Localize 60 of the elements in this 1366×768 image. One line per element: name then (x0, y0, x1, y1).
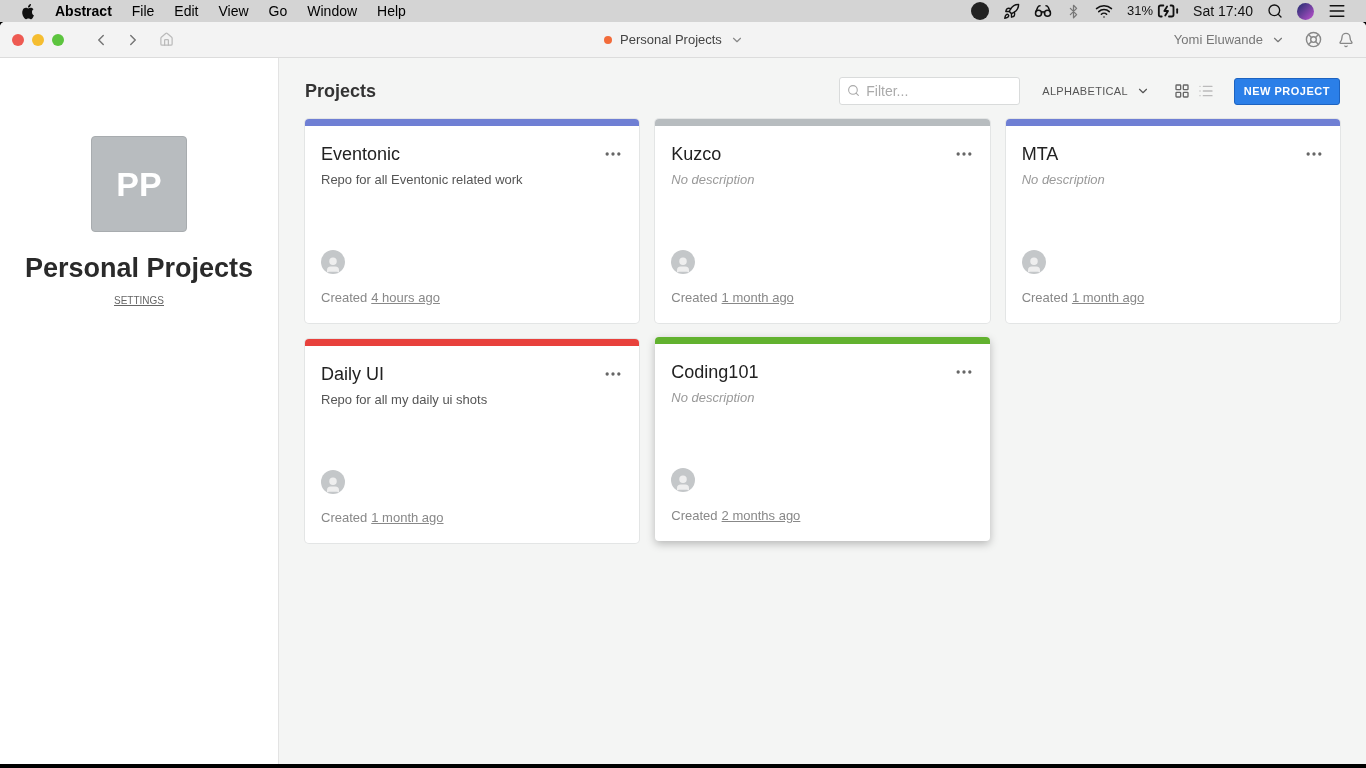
search-icon[interactable] (1267, 3, 1283, 19)
project-description: Repo for all my daily ui shots (321, 391, 489, 409)
avatar-icon (321, 249, 345, 274)
project-name: Coding101 (671, 361, 759, 384)
avatar-icon (671, 249, 696, 274)
close-icon[interactable] (12, 33, 24, 46)
project-name: MTA (1021, 143, 1059, 166)
menu-icon[interactable] (1328, 2, 1346, 20)
menu-item[interactable]: Window (307, 0, 358, 22)
created-time-link[interactable]: 2 months ago (721, 505, 801, 525)
created-label: Created (321, 288, 368, 307)
project-name: Daily UI (321, 363, 384, 386)
menu-item[interactable]: Edit (174, 0, 199, 22)
settings-link[interactable]: SETTINGS (114, 292, 164, 308)
avatar-icon (671, 467, 696, 492)
menu-item[interactable]: Go (268, 0, 288, 22)
page-heading: Projects (305, 79, 377, 103)
project-card[interactable]: Eventonic Repo for all Eventonic related work Created 4 hours ago (305, 119, 640, 323)
workspace-switcher[interactable]: Personal Projects (604, 29, 744, 50)
wifi-icon[interactable] (1095, 2, 1114, 20)
created-label: Created (321, 508, 368, 527)
menu-item[interactable]: Help (377, 0, 406, 22)
workspace-avatar: PP (91, 136, 187, 232)
user-menu[interactable]: Yomi Eluwande (1173, 29, 1285, 50)
project-description: Repo for all Eventonic related work (321, 171, 524, 189)
project-card[interactable]: Coding101 No description Created 2 months ago (655, 337, 990, 541)
created-time-link[interactable]: 1 month ago (721, 287, 794, 307)
created-label: Created (671, 288, 718, 307)
new-project-button[interactable]: NEW PROJECT (1233, 77, 1340, 105)
created-time-link[interactable]: 1 month ago (1071, 287, 1145, 307)
grid-view-icon[interactable] (1173, 83, 1190, 99)
project-description: No description (671, 389, 756, 407)
created-label: Created (671, 506, 718, 525)
battery-percent: 31% (1127, 2, 1154, 21)
filter-field[interactable]: Filter... (839, 77, 1021, 105)
project-card[interactable]: Daily UI Repo for all my daily ui shots Created 1 month ago (305, 339, 640, 543)
apple-logo-icon[interactable] (20, 2, 35, 20)
project-description: No description (671, 171, 756, 189)
sort-dropdown[interactable]: ALPHABETICAL (1042, 82, 1150, 100)
project-name: Eventonic (321, 143, 401, 166)
project-card[interactable]: MTA No description Created 1 month ago (1005, 119, 1340, 323)
avatar-icon (321, 469, 345, 494)
clock[interactable]: Sat 17:40 (1193, 0, 1253, 22)
workspace-title: Personal Projects (24, 252, 254, 285)
project-card[interactable]: Kuzco No description Created 1 month ago (655, 119, 990, 323)
created-time-link[interactable]: 4 hours ago (371, 287, 440, 307)
help-icon[interactable] (1305, 31, 1322, 48)
notifications-icon[interactable] (1338, 31, 1354, 48)
siri-icon[interactable] (1297, 2, 1314, 20)
project-description: No description (1021, 171, 1106, 189)
rocket-icon[interactable] (1003, 2, 1021, 20)
glasses-icon[interactable] (1034, 2, 1053, 20)
created-label: Created (1021, 288, 1068, 307)
created-time-link[interactable]: 1 month ago (371, 507, 444, 527)
menu-item[interactable]: File (131, 0, 155, 22)
menu-item[interactable]: View (218, 0, 249, 22)
search-icon (847, 84, 861, 97)
avatar-icon (1021, 249, 1046, 274)
project-name: Kuzco (671, 143, 722, 166)
app-menu[interactable]: Abstract (55, 0, 112, 22)
